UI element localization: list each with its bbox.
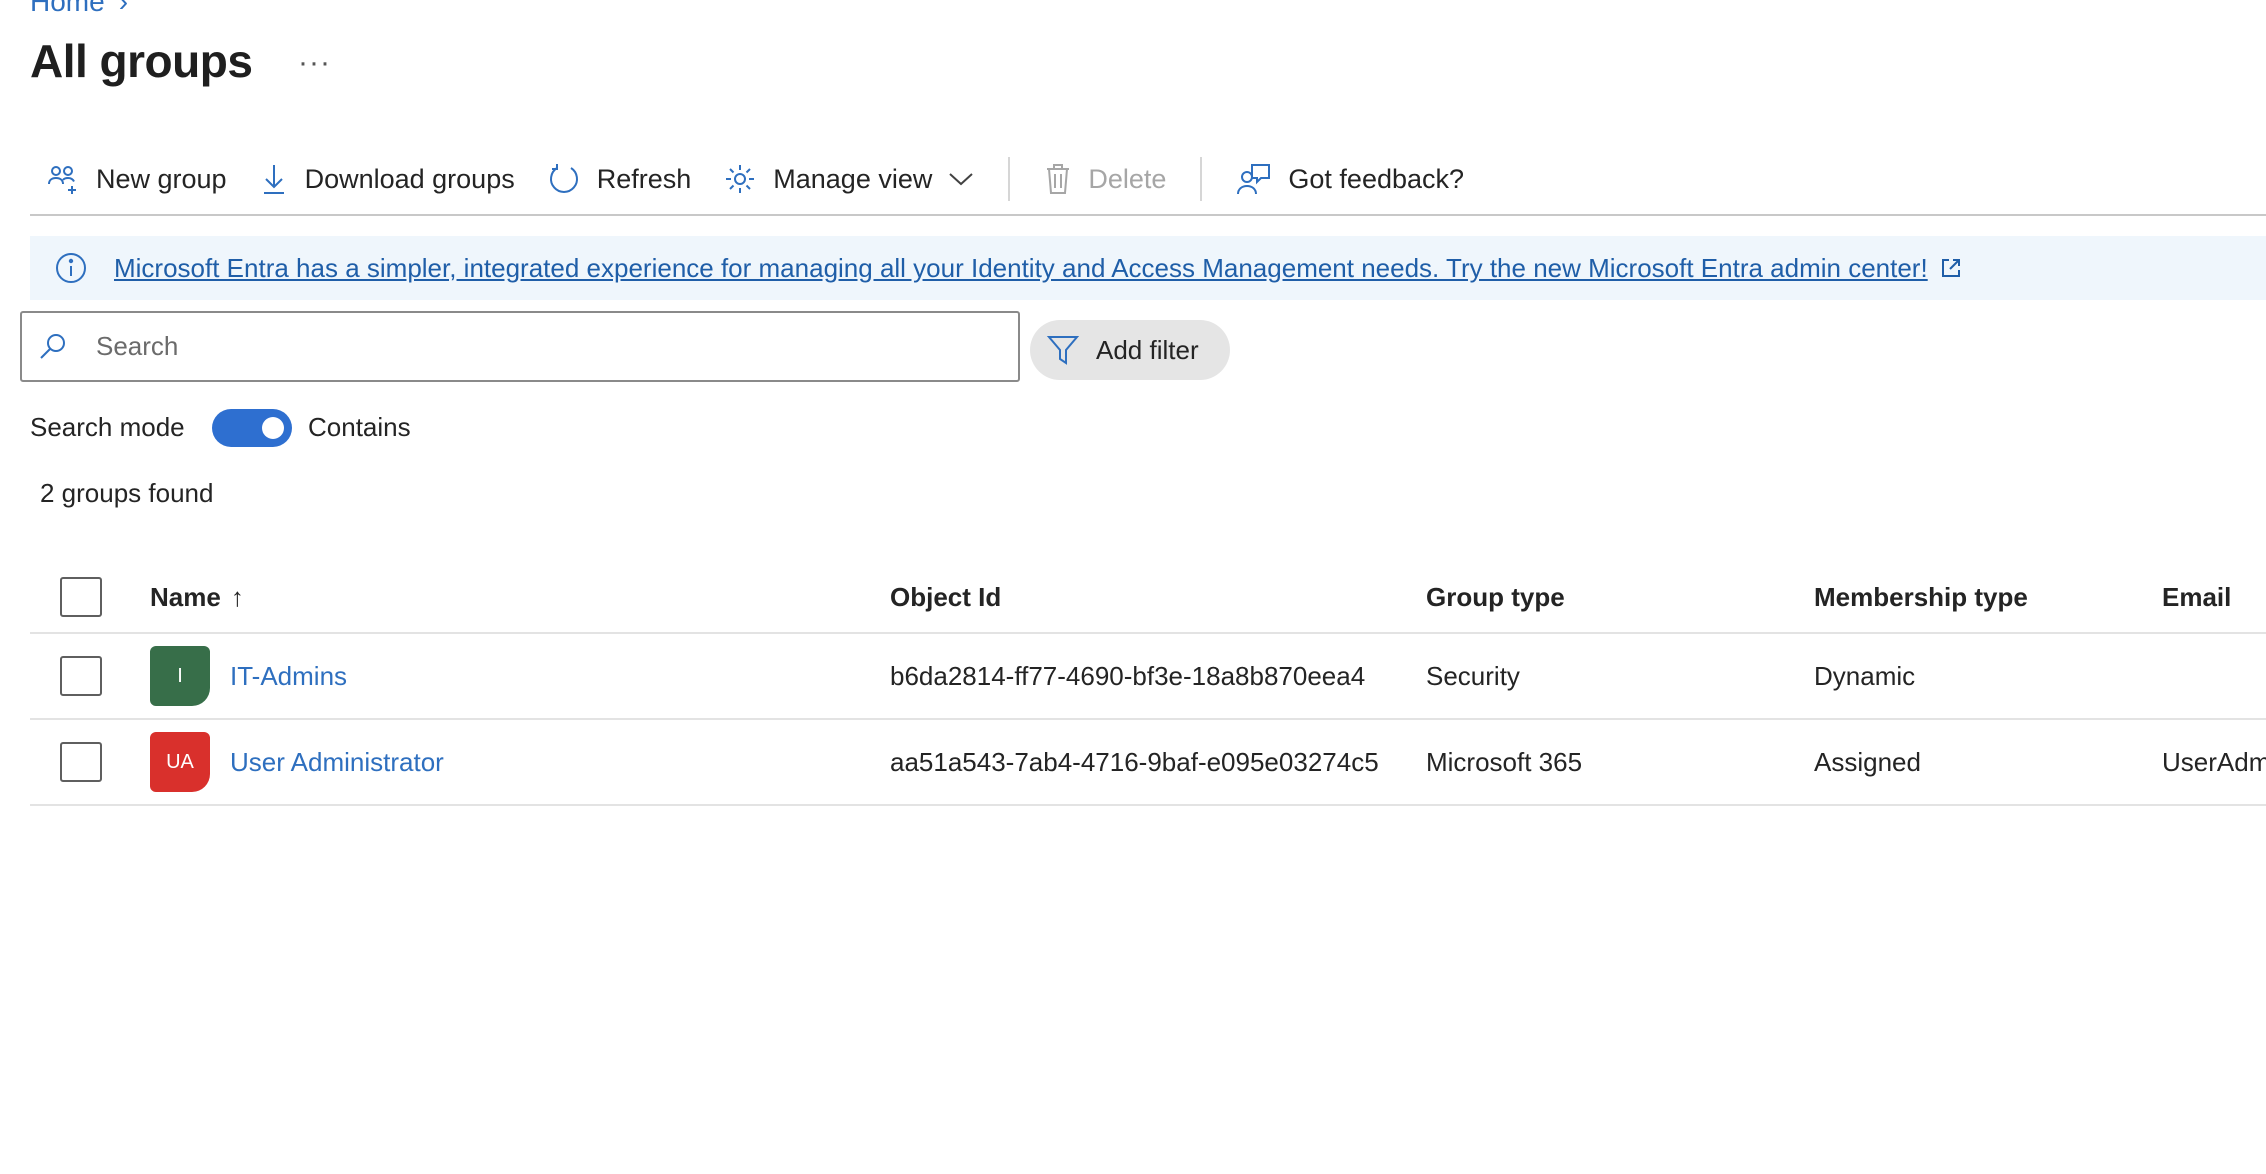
info-banner: Microsoft Entra has a simpler, integrate… [30,236,2266,300]
search-icon [40,333,65,359]
row-select-cell [60,634,102,718]
object-id-cell: aa51a543-7ab4-4716-9baf-e095e03274c5 [890,746,1379,777]
breadcrumb-separator: › [118,0,129,17]
refresh-button[interactable]: Refresh [531,149,708,209]
external-link-icon [1941,259,1960,277]
filter-icon [1046,336,1080,365]
search-mode-toggle[interactable] [212,409,292,447]
add-filter-button[interactable]: Add filter [1030,320,1230,380]
toggle-knob [262,417,284,439]
membership-type-cell: Assigned [1814,746,1921,777]
column-header-email[interactable]: Email [2162,562,2231,632]
row-checkbox[interactable] [60,656,102,696]
delete-label: Delete [1088,163,1167,194]
table-row[interactable]: I IT-Admins b6da2814-ff77-4690-bf3e-18a8… [30,634,2266,720]
manage-view-button[interactable]: Manage view [707,149,990,209]
group-avatar: I [150,646,210,706]
membership-type-cell: Dynamic [1814,660,1916,691]
select-all-cell [60,562,102,632]
group-name-link[interactable]: User Administrator [230,747,444,778]
breadcrumb-home-link[interactable]: Home [30,0,105,18]
results-count: 2 groups found [40,478,214,508]
row-select-cell [60,720,102,804]
manage-view-label: Manage view [773,163,933,194]
download-icon [263,165,284,194]
refresh-label: Refresh [596,163,692,194]
feedback-button[interactable]: Got feedback? [1220,149,1480,209]
chevron-down-icon [949,173,974,186]
column-header-object-id[interactable]: Object Id [890,562,1001,632]
new-group-label: New group [96,163,227,194]
group-type-cell: Security [1426,660,1520,691]
feedback-person-icon [1237,164,1271,195]
column-header-membership-type[interactable]: Membership type [1814,562,2028,632]
command-bar: New group Download groups Refresh Manage… [30,148,1480,210]
groups-table: Name ↑ Object Id Group type Membership t… [30,562,2266,806]
group-name-link[interactable]: IT-Admins [230,661,347,692]
object-id-cell: b6da2814-ff77-4690-bf3e-18a8b870eea4 [890,660,1366,691]
column-header-name-label: Name [150,581,221,612]
email-cell: UserAdm [2162,746,2266,777]
sort-ascending-icon: ↑ [230,581,244,612]
feedback-label: Got feedback? [1288,163,1465,194]
people-add-icon [48,166,76,194]
table-header-row: Name ↑ Object Id Group type Membership t… [30,562,2266,634]
download-groups-label: Download groups [304,163,515,194]
column-header-group-type[interactable]: Group type [1426,562,1565,632]
refresh-icon [549,164,578,193]
row-checkbox[interactable] [60,742,102,782]
download-groups-button[interactable]: Download groups [243,149,531,209]
breadcrumb: Home › [30,0,128,18]
trash-icon [1047,164,1070,194]
more-options-button[interactable]: ··· [298,46,331,80]
group-name-cell: UA User Administrator [150,720,444,804]
gear-icon [726,165,755,193]
toolbar-divider [1008,157,1011,201]
add-filter-label: Add filter [1096,334,1199,365]
search-box [20,311,1020,382]
search-mode-toggle-label: Contains [308,412,411,442]
toolbar-divider [1200,157,1203,201]
info-icon [56,253,86,283]
delete-button[interactable]: Delete [1028,149,1182,209]
page-title: All groups [30,35,253,87]
table-row[interactable]: UA User Administrator aa51a543-7ab4-4716… [30,720,2266,806]
entra-admin-center-link[interactable]: Microsoft Entra has a simpler, integrate… [114,253,1928,284]
group-name-cell: I IT-Admins [150,634,347,718]
search-mode-label: Search mode [30,412,185,442]
search-input[interactable] [96,331,976,362]
select-all-checkbox[interactable] [60,577,102,617]
group-type-cell: Microsoft 365 [1426,746,1583,777]
toolbar-divider-line [30,214,2266,216]
group-avatar: UA [150,732,210,792]
column-header-name[interactable]: Name ↑ [150,562,244,632]
new-group-button[interactable]: New group [30,149,243,209]
